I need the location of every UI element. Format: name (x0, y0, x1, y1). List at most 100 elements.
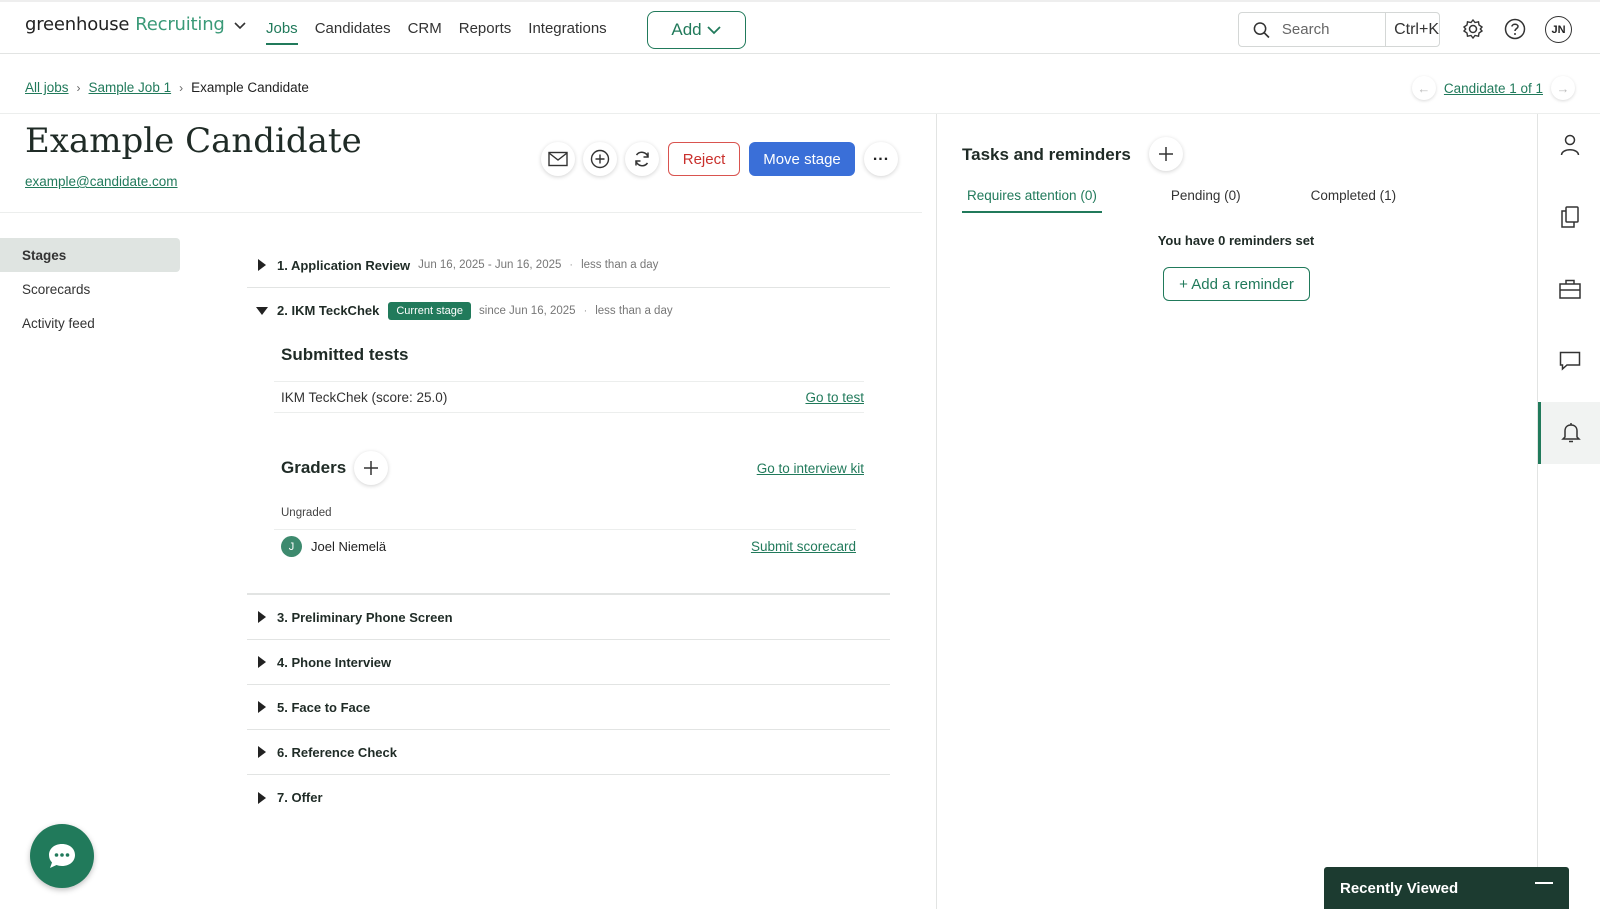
graders-title: Graders (281, 458, 347, 477)
arrow-right-icon[interactable]: → (1551, 76, 1575, 100)
menu-activity-feed[interactable]: Activity feed (0, 306, 180, 340)
tasks-title: Tasks and reminders (962, 145, 1131, 164)
user-avatar[interactable]: JN (1545, 16, 1572, 43)
candidate-email[interactable]: example@candidate.com (25, 174, 178, 189)
add-reminder-button[interactable]: + Add a reminder (1163, 267, 1310, 301)
recently-viewed-panel[interactable]: Recently Viewed (1324, 867, 1569, 909)
search-icon (1253, 21, 1270, 38)
caret-right-icon[interactable] (247, 259, 277, 271)
menu-stages[interactable]: Stages (0, 238, 180, 272)
chat-button[interactable] (30, 824, 94, 888)
tab-requires-attention[interactable]: Requires attention (0) (962, 188, 1102, 213)
main-nav: Jobs Candidates CRM Reports Integrations (266, 20, 607, 45)
right-rail (1537, 114, 1600, 909)
stage-title: 2. IKM TeckChek (277, 303, 380, 318)
add-button[interactable]: Add (647, 11, 746, 49)
nav-jobs[interactable]: Jobs (266, 20, 298, 45)
bell-icon[interactable] (1538, 402, 1600, 464)
plus-icon (1159, 147, 1173, 161)
stage-row[interactable]: 5. Face to Face (247, 685, 890, 730)
grader-name: Joel Niemelä (311, 539, 387, 554)
submit-scorecard-link[interactable]: Submit scorecard (751, 539, 856, 554)
search-box[interactable]: Search Ctrl+K (1238, 12, 1440, 47)
help-icon[interactable] (1503, 17, 1527, 41)
candidate-name: Example Candidate (25, 121, 362, 161)
top-nav: greenhouse Recruiting Jobs Candidates CR… (0, 0, 1600, 54)
breadcrumb-job[interactable]: Sample Job 1 (89, 80, 172, 95)
person-icon[interactable] (1538, 114, 1600, 176)
test-name: IKM TeckChek (score: 25.0) (281, 389, 448, 405)
ungraded-label: Ungraded (281, 507, 332, 519)
minimize-icon[interactable] (1535, 882, 1553, 884)
refresh-icon (635, 151, 649, 167)
stage-duration: less than a day (581, 259, 659, 271)
logo-main: greenhouse (25, 14, 130, 35)
stage-row[interactable]: 1. Application Review Jun 16, 2025 - Jun… (247, 243, 890, 288)
move-stage-button[interactable]: Move stage (749, 142, 855, 176)
add-circle-button[interactable] (583, 142, 617, 176)
mail-icon (548, 151, 568, 167)
nav-candidates[interactable]: Candidates (315, 20, 391, 45)
breadcrumb-current: Example Candidate (191, 80, 309, 95)
stage-list: 1. Application Review Jun 16, 2025 - Jun… (247, 243, 890, 820)
plus-icon (364, 461, 379, 475)
transfer-button[interactable] (625, 142, 659, 176)
menu-scorecards[interactable]: Scorecards (0, 272, 180, 306)
briefcase-icon[interactable] (1538, 258, 1600, 320)
go-to-test-link[interactable]: Go to test (805, 390, 864, 405)
stage-title: 6. Reference Check (277, 744, 397, 760)
logo[interactable]: greenhouse Recruiting (25, 14, 247, 35)
separator-dot: · (583, 304, 588, 317)
chevron-down-icon (234, 21, 246, 29)
stage-title: 3. Preliminary Phone Screen (277, 609, 453, 625)
chevron-down-icon (706, 26, 721, 35)
caret-right-icon[interactable] (247, 746, 277, 758)
candidate-pager: ← Candidate 1 of 1 → (1412, 76, 1575, 100)
chat-bubble-icon (49, 844, 75, 868)
nav-crm[interactable]: CRM (408, 20, 442, 45)
reject-button[interactable]: Reject (668, 142, 740, 176)
grader-row: J Joel Niemelä Submit scorecard (274, 529, 856, 563)
add-task-button[interactable] (1149, 137, 1183, 171)
nav-integrations[interactable]: Integrations (528, 20, 606, 45)
documents-icon[interactable] (1538, 186, 1600, 248)
caret-right-icon[interactable] (247, 611, 277, 623)
comment-icon[interactable] (1538, 330, 1600, 392)
task-tabs: Requires attention (0) Pending (0) Compl… (962, 188, 1401, 213)
nav-reports[interactable]: Reports (459, 20, 512, 45)
search-input[interactable]: Search (1282, 21, 1385, 38)
header-divider (0, 212, 922, 213)
stage-title: 4. Phone Interview (277, 654, 392, 670)
stage-dates: since Jun 16, 2025 (479, 304, 576, 317)
logo-product: Recruiting (135, 14, 225, 35)
breadcrumb-bar: All jobs › Sample Job 1 › Example Candid… (0, 54, 1600, 114)
stage-duration: less than a day (595, 304, 673, 317)
stage-row[interactable]: 7. Offer (247, 775, 890, 820)
breadcrumb-all-jobs[interactable]: All jobs (25, 80, 69, 95)
interview-kit-link[interactable]: Go to interview kit (757, 461, 864, 476)
stage-row[interactable]: 3. Preliminary Phone Screen (247, 595, 890, 640)
search-shortcut: Ctrl+K (1385, 13, 1439, 46)
caret-right-icon[interactable] (247, 701, 277, 713)
caret-right-icon[interactable] (247, 791, 277, 804)
caret-down-icon[interactable] (247, 306, 277, 316)
more-horizontal-icon: ... (872, 147, 890, 164)
stage-dates: Jun 16, 2025 - Jun 16, 2025 (418, 259, 562, 271)
caret-right-icon[interactable] (247, 656, 277, 668)
breadcrumb: All jobs › Sample Job 1 › Example Candid… (25, 80, 309, 95)
stage-expanded: 2. IKM TeckChek Current stage since Jun … (247, 288, 890, 595)
stage-row-current[interactable]: 2. IKM TeckChek Current stage since Jun … (247, 288, 890, 333)
arrow-left-icon[interactable]: ← (1412, 76, 1436, 100)
stage-title: 1. Application Review (277, 257, 411, 273)
stage-row[interactable]: 6. Reference Check (247, 730, 890, 775)
stage-row[interactable]: 4. Phone Interview (247, 640, 890, 685)
gear-icon[interactable] (1461, 17, 1485, 41)
email-button[interactable] (541, 142, 575, 176)
more-options-button[interactable]: ... (864, 142, 898, 176)
chevron-right-icon: › (179, 80, 184, 95)
candidate-count-link[interactable]: Candidate 1 of 1 (1444, 81, 1543, 96)
tab-pending[interactable]: Pending (0) (1166, 188, 1246, 213)
test-row: IKM TeckChek (score: 25.0) Go to test (274, 381, 864, 413)
tab-completed[interactable]: Completed (1) (1306, 188, 1402, 213)
add-grader-button[interactable] (354, 451, 389, 485)
